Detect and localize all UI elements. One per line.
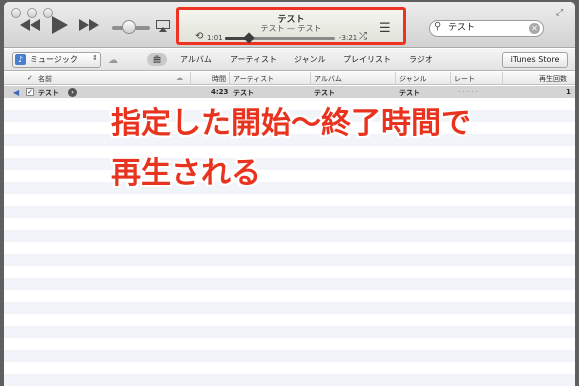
table-row[interactable]: ◀ ✓ テスト › 4:23 テスト テスト テスト · · · · · 1 [4,86,575,98]
shuffle-icon[interactable]: ⤮ [359,31,367,42]
empty-row [4,254,575,266]
empty-row [4,326,575,338]
library-navbar: ミュージック ♪ ⇕ ☁ 曲 アルバム アーティスト ジャンル プレイリスト ラ… [4,49,575,71]
empty-row [4,374,575,386]
remaining-time: -3:21 [339,34,358,42]
cell-rating[interactable]: · · · · · [458,88,478,96]
arrow-circle-icon[interactable]: › [68,88,77,97]
play-icon[interactable] [52,16,68,34]
column-header-album[interactable]: アルバム [314,74,342,84]
empty-row [4,302,575,314]
tab-songs[interactable]: 曲 [147,53,167,66]
progress-bar[interactable] [225,32,335,44]
cloud-column-icon[interactable]: ☁ [176,74,183,82]
search-icon[interactable]: ⚲ [434,21,441,32]
column-divider [310,72,311,85]
column-divider [229,72,230,85]
toolbar: テスト テスト — テスト ⟲ 1:01 -3:21 ⤮ ☰ テスト ⚲ ✕ ⤢ [4,2,575,48]
annotation-line-1: 指定した開始〜終了時間で [111,106,471,141]
minimize-button[interactable] [27,8,37,18]
itunes-store-button[interactable]: iTunes Store [502,52,568,68]
tab-artists[interactable]: アーティスト [230,54,277,65]
tab-playlists[interactable]: プレイリスト [343,54,391,65]
empty-row [4,182,575,194]
column-header-artist[interactable]: アーティスト [233,74,274,84]
cell-plays: 1 [566,88,571,96]
now-playing-display: テスト テスト — テスト ⟲ 1:01 -3:21 ⤮ ☰ [176,7,406,45]
table-header: ✓ 名前 ☁ 時間 アーティスト アルバム ジャンル レート 再生回数 [4,72,575,85]
cell-album: テスト [314,89,335,97]
window-controls [11,8,53,18]
row-checkbox[interactable]: ✓ [26,88,34,96]
column-header-time[interactable]: 時間 [212,74,226,84]
tab-albums[interactable]: アルバム [180,54,212,65]
column-header-name[interactable]: 名前 [38,74,52,84]
annotation-line-2: 再生される [111,156,261,191]
empty-row [4,278,575,290]
chevron-updown-icon: ⇕ [92,54,98,62]
itunes-window: テスト テスト — テスト ⟲ 1:01 -3:21 ⤮ ☰ テスト ⚲ ✕ ⤢… [4,2,575,386]
cell-genre: テスト [399,89,420,97]
cell-artist: テスト [233,89,254,97]
clear-search-icon[interactable]: ✕ [529,23,540,34]
speaker-icon: ◀ [13,88,20,97]
column-divider [395,72,396,85]
column-divider [502,72,503,85]
column-divider [190,72,191,85]
close-button[interactable] [11,8,21,18]
empty-row [4,158,575,170]
repeat-icon[interactable]: ⟲ [195,31,203,42]
tab-genres[interactable]: ジャンル [294,54,326,65]
list-icon[interactable]: ☰ [379,21,391,36]
fullscreen-icon[interactable]: ⤢ [556,8,563,18]
empty-row [4,350,575,362]
tab-radio[interactable]: ラジオ [409,54,433,65]
track-subtitle: テスト — テスト [260,24,322,33]
elapsed-time: 1:01 [207,34,223,42]
airplay-icon[interactable] [156,20,170,32]
cell-time: 4:23 [211,88,229,96]
column-header-genre[interactable]: ジャンル [399,74,427,84]
checkbox-column-header[interactable]: ✓ [27,74,33,82]
column-divider [450,72,451,85]
cell-name: テスト [38,89,59,97]
column-header-rating[interactable]: レート [454,74,475,84]
fast-forward-icon[interactable] [79,19,99,31]
cloud-icon[interactable]: ☁ [108,55,118,66]
volume-knob[interactable] [122,20,136,34]
rewind-icon[interactable] [20,19,40,31]
column-header-plays[interactable]: 再生回数 [539,74,567,84]
screenshot-frame: テスト テスト — テスト ⟲ 1:01 -3:21 ⤮ ☰ テスト ⚲ ✕ ⤢… [0,0,579,386]
music-note-icon: ♪ [15,54,26,65]
empty-row [4,230,575,242]
search-input[interactable]: テスト [429,20,544,37]
progress-knob[interactable] [243,32,255,44]
empty-row [4,206,575,218]
